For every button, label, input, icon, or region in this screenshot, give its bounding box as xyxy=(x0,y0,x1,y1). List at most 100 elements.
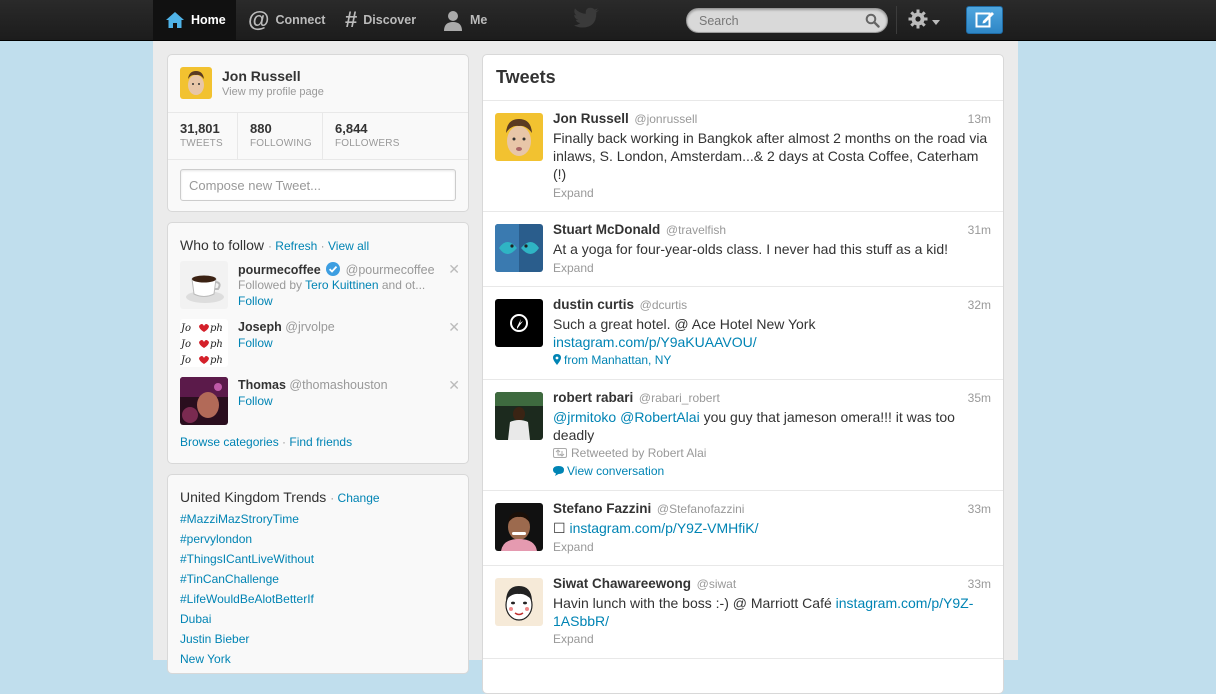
tweet-item[interactable]: dustin curtis @dcurtis 32m Such a great … xyxy=(483,287,1003,380)
trend-item[interactable]: New York xyxy=(180,652,314,672)
avatar[interactable]: Jo ph Jo ph Jo ph xyxy=(180,319,228,367)
view-profile-link[interactable]: View my profile page xyxy=(222,86,324,98)
retweet-icon xyxy=(553,447,567,461)
expand-link[interactable]: Expand xyxy=(553,261,594,275)
expand-link[interactable]: Expand xyxy=(553,540,594,554)
nav-me[interactable]: Me xyxy=(442,0,487,40)
verified-badge-icon xyxy=(326,262,341,279)
avatar[interactable] xyxy=(180,377,228,425)
trend-item[interactable]: #pervylondon xyxy=(180,532,314,552)
who-to-follow-module: Who to follow · Refresh · View all pourm… xyxy=(167,222,469,464)
avatar[interactable] xyxy=(495,578,543,626)
tweet-author-name[interactable]: dustin curtis xyxy=(553,297,634,312)
followed-by-link[interactable]: Tero Kuittinen xyxy=(305,278,378,292)
trend-item[interactable]: Justin Bieber xyxy=(180,632,314,652)
tweet-header: dustin curtis @dcurtis xyxy=(553,297,687,312)
nav-home-label: Home xyxy=(191,13,226,27)
compose-tweet-input[interactable] xyxy=(180,169,456,201)
dismiss-icon[interactable]: ✕ xyxy=(448,319,460,336)
tweet-text: ☐ instagram.com/p/Y9Z-VMHfiK/ xyxy=(553,519,993,537)
dismiss-icon[interactable]: ✕ xyxy=(448,261,460,278)
mention-link[interactable]: @jrmitoko xyxy=(553,409,616,425)
tweet-timestamp[interactable]: 35m xyxy=(968,391,991,405)
change-trends-link[interactable]: Change xyxy=(338,491,380,505)
search-input[interactable] xyxy=(697,13,861,29)
tweet-text: @jrmitoko @RobertAlai you guy that james… xyxy=(553,408,993,444)
svg-text:Jo: Jo xyxy=(180,323,191,334)
nav-connect[interactable]: @ Connect xyxy=(248,0,325,40)
avatar[interactable] xyxy=(495,299,543,347)
expand-link[interactable]: Expand xyxy=(553,632,594,646)
svg-text:Jo: Jo xyxy=(180,355,191,366)
dismiss-icon[interactable]: ✕ xyxy=(448,377,460,394)
svg-text:ph: ph xyxy=(210,339,223,350)
stat-tweets[interactable]: 31,801 TWEETS xyxy=(180,113,236,159)
avatar[interactable] xyxy=(180,67,212,99)
follow-button[interactable]: Follow xyxy=(238,336,273,350)
stat-label: FOLLOWING xyxy=(250,138,312,149)
followed-by-text: Followed by Tero Kuittinen and ot... xyxy=(238,278,425,292)
nav-discover[interactable]: # Discover xyxy=(345,0,416,40)
tweet-header: Stuart McDonald @travelfish xyxy=(553,222,726,237)
tweet-author-name[interactable]: Siwat Chawareewong xyxy=(553,576,691,591)
tweet-item[interactable]: Stuart McDonald @travelfish 31m At a yog… xyxy=(483,212,1003,287)
compose-tweet-button[interactable] xyxy=(966,6,1003,34)
tweet-item[interactable]: Jon Russell @jonrussell 13m Finally back… xyxy=(483,101,1003,212)
stat-followers[interactable]: 6,844 FOLLOWERS xyxy=(322,113,442,159)
trend-item[interactable]: #TinCanChallenge xyxy=(180,572,314,592)
tweet-header: robert rabari @rabari_robert xyxy=(553,390,720,405)
tweet-timestamp[interactable]: 33m xyxy=(968,577,991,591)
compose-icon xyxy=(975,10,995,31)
settings-menu-button[interactable] xyxy=(908,9,940,32)
suggestion-name[interactable]: Joseph @jrvolpe xyxy=(238,320,335,334)
tweet-author-name[interactable]: Stefano Fazzini xyxy=(553,501,651,516)
tweet-timestamp[interactable]: 32m xyxy=(968,298,991,312)
avatar[interactable] xyxy=(495,503,543,551)
retweeted-by-text[interactable]: Retweeted by Robert Alai xyxy=(571,446,706,460)
tweet-item[interactable]: Siwat Chawareewong @siwat 33m Havin lunc… xyxy=(483,566,1003,659)
follow-button[interactable]: Follow xyxy=(238,394,273,408)
trend-item[interactable]: Dubai xyxy=(180,612,314,632)
tweet-text: Finally back working in Bangkok after al… xyxy=(553,130,988,182)
tweet-timestamp[interactable]: 33m xyxy=(968,502,991,516)
suggestion-name[interactable]: pourmecoffee @pourmecoffee xyxy=(238,262,435,279)
stat-value: 31,801 xyxy=(180,121,220,136)
find-friends-link[interactable]: Find friends xyxy=(289,435,352,449)
view-conversation-link[interactable]: View conversation xyxy=(553,464,664,479)
stat-following[interactable]: 880 FOLLOWING xyxy=(237,113,322,159)
trend-item[interactable]: #ThingsICantLiveWithout xyxy=(180,552,314,572)
tweet-location[interactable]: from Manhattan, NY xyxy=(553,353,671,368)
tweet-timestamp[interactable]: 31m xyxy=(968,223,991,237)
browse-categories-link[interactable]: Browse categories xyxy=(180,435,279,449)
tweet-link[interactable]: instagram.com/p/Y9Z-VMHfiK/ xyxy=(569,520,758,536)
expand-link[interactable]: Expand xyxy=(553,186,594,200)
follow-button[interactable]: Follow xyxy=(238,294,273,308)
tweet-author-name[interactable]: Stuart McDonald xyxy=(553,222,660,237)
nav-home[interactable]: Home xyxy=(153,0,236,40)
avatar[interactable] xyxy=(495,224,543,272)
tweet-timestamp[interactable]: 13m xyxy=(968,112,991,126)
followed-by-prefix: Followed by xyxy=(238,278,306,292)
nav-connect-label: Connect xyxy=(275,13,326,27)
avatar[interactable] xyxy=(495,392,543,440)
suggestion-name-text: Thomas xyxy=(238,378,286,392)
avatar[interactable] xyxy=(495,113,543,161)
tweet-link[interactable]: instagram.com/p/Y9aKUAAVOU/ xyxy=(553,334,757,350)
mention-link[interactable]: @RobertAlai xyxy=(620,409,700,425)
search-icon[interactable] xyxy=(865,13,880,31)
trend-item[interactable]: #MazziMazStroryTime xyxy=(180,512,314,532)
svg-text:Jo: Jo xyxy=(180,339,191,350)
view-all-link[interactable]: View all xyxy=(328,239,369,253)
tweet-item[interactable]: Stefano Fazzini @Stefanofazzini 33m ☐ in… xyxy=(483,491,1003,566)
profile-name[interactable]: Jon Russell xyxy=(222,68,301,84)
search-box[interactable] xyxy=(686,8,888,33)
refresh-link[interactable]: Refresh xyxy=(275,239,317,253)
suggestion-handle: @jrvolpe xyxy=(285,320,335,334)
avatar[interactable] xyxy=(180,261,228,309)
tweet-author-name[interactable]: Jon Russell xyxy=(553,111,629,126)
suggestion-name[interactable]: Thomas @thomashouston xyxy=(238,378,388,392)
tweet-author-name[interactable]: robert rabari xyxy=(553,390,633,405)
trend-item[interactable]: #LifeWouldBeAlotBetterIf xyxy=(180,592,314,612)
timeline-header: Tweets xyxy=(483,55,1003,101)
tweet-item[interactable]: robert rabari @rabari_robert 35m @jrmito… xyxy=(483,380,1003,491)
